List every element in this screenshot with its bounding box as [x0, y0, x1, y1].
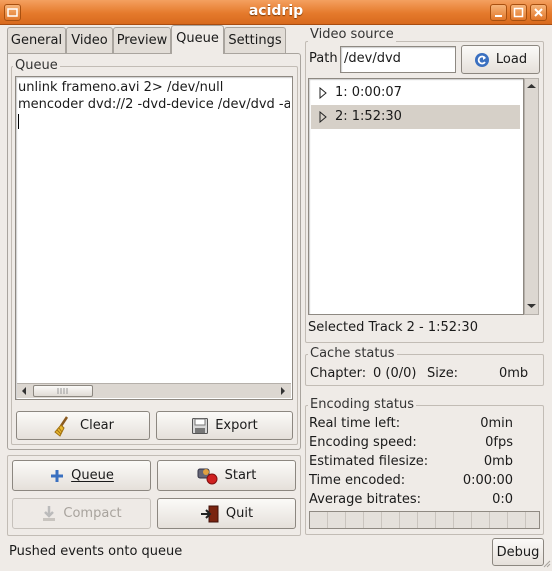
scroll-up-arrow[interactable] [525, 80, 538, 92]
tab-general[interactable]: General [7, 27, 66, 54]
scroll-right-arrow[interactable] [276, 385, 289, 397]
video-source-label: Video source [308, 27, 396, 42]
queue-button[interactable]: Queue [12, 460, 151, 491]
arrow-down-icon [527, 304, 536, 308]
stat-value: 0min [480, 416, 513, 431]
track-row-selected[interactable]: 2: 1:52:30 [311, 105, 520, 129]
close-icon [534, 8, 543, 17]
tab-label: General [10, 33, 63, 48]
status-text: Pushed events onto queue [9, 544, 183, 559]
stat-value: 0fps [485, 435, 513, 450]
queue-frame-label: Queue [13, 58, 60, 73]
stat-value: 0:0 [492, 492, 513, 507]
tab-queue[interactable]: Queue [171, 25, 224, 54]
real-time-left-row: Real time left: 0min [309, 416, 513, 433]
cache-status-label: Cache status [308, 346, 397, 361]
scroll-thumb[interactable] [33, 385, 93, 397]
encoding-speed-row: Encoding speed: 0fps [309, 435, 513, 452]
text-cursor [18, 114, 19, 129]
load-label: Load [495, 52, 528, 67]
save-icon [192, 417, 209, 434]
maximize-icon [513, 7, 524, 18]
path-value: /dev/dvd [344, 51, 401, 66]
stat-label: Time encoded: [309, 473, 406, 488]
minimize-button[interactable] [490, 4, 507, 21]
estimated-filesize-row: Estimated filesize: 0mb [309, 454, 513, 471]
tab-label: Video [71, 33, 108, 48]
selected-track-text: Selected Track 2 - 1:52:30 [308, 320, 478, 335]
horizontal-scrollbar[interactable] [17, 383, 291, 398]
arrow-right-icon [281, 387, 285, 395]
queue-button-label: Queue [71, 468, 114, 483]
refresh-icon [474, 52, 489, 67]
encoding-status-label: Encoding status [308, 397, 416, 412]
compact-button[interactable]: Compact [12, 498, 151, 529]
clear-label: Clear [80, 418, 114, 433]
stat-label: Encoding speed: [309, 435, 417, 450]
expander-icon[interactable] [318, 110, 328, 123]
plus-icon [51, 469, 64, 482]
export-label: Export [215, 418, 258, 433]
chapter-label: Chapter: [310, 366, 367, 381]
exit-door-icon [200, 505, 219, 522]
tab-settings[interactable]: Settings [224, 27, 286, 54]
size-label: Size: [427, 366, 459, 381]
clear-button[interactable]: Clear [16, 411, 150, 440]
compact-icon [43, 505, 56, 521]
stat-value: 0:00:00 [462, 473, 513, 488]
track-label: 2: 1:52:30 [335, 109, 402, 124]
quit-button-label: Quit [225, 506, 254, 521]
scroll-down-arrow[interactable] [525, 300, 538, 312]
record-icon [197, 468, 218, 484]
expander-icon[interactable] [318, 86, 328, 99]
resize-grip[interactable] [543, 559, 551, 569]
title-bar[interactable]: acidrip [0, 0, 552, 25]
stat-label: Average bitrates: [309, 492, 422, 507]
encoding-progress-bar [309, 511, 540, 529]
window-title: acidrip [248, 3, 304, 19]
stat-label: Real time left: [309, 416, 401, 431]
queue-line: unlink frameno.avi 2> /dev/null [18, 80, 224, 95]
track-label: 1: 0:00:07 [335, 85, 402, 100]
resize-grip-icon [543, 560, 551, 568]
close-button[interactable] [530, 4, 547, 21]
tab-label: Queue [176, 31, 219, 46]
maximize-button[interactable] [510, 4, 527, 21]
track-list[interactable]: 1: 0:00:07 2: 1:52:30 [308, 78, 524, 315]
compact-button-label: Compact [63, 506, 122, 521]
size-value: 0mb [499, 366, 529, 381]
grip-icon [57, 388, 68, 394]
track-list-scrollbar[interactable] [524, 78, 539, 315]
start-button-label: Start [224, 468, 257, 483]
queue-textview[interactable]: unlink frameno.avi 2> /dev/null mencoder… [15, 76, 293, 400]
track-row[interactable]: 1: 0:00:07 [311, 81, 520, 105]
stat-label: Estimated filesize: [309, 454, 429, 469]
arrow-left-icon [22, 387, 26, 395]
quit-button[interactable]: Quit [157, 498, 296, 529]
scroll-left-arrow[interactable] [18, 385, 31, 397]
arrow-up-icon [527, 84, 536, 88]
stat-value: 0mb [483, 454, 513, 469]
tab-label: Preview [116, 33, 168, 48]
broom-icon [54, 415, 69, 437]
tab-video[interactable]: Video [66, 27, 113, 54]
tab-label: Settings [228, 33, 282, 48]
tab-preview[interactable]: Preview [113, 27, 171, 54]
time-encoded-row: Time encoded: 0:00:00 [309, 473, 513, 490]
chapter-value: 0 (0/0) [373, 366, 417, 381]
debug-button[interactable]: Debug [492, 538, 544, 566]
path-input[interactable]: /dev/dvd [340, 46, 456, 73]
export-button[interactable]: Export [156, 411, 293, 440]
start-button[interactable]: Start [157, 460, 296, 491]
load-button[interactable]: Load [461, 45, 540, 74]
minimize-icon [495, 15, 502, 17]
queue-line: mencoder dvd://2 -dvd-device /dev/dvd -a… [18, 97, 290, 112]
debug-label: Debug [496, 544, 540, 560]
average-bitrates-row: Average bitrates: 0:0 [309, 492, 513, 509]
path-label: Path [309, 51, 338, 66]
